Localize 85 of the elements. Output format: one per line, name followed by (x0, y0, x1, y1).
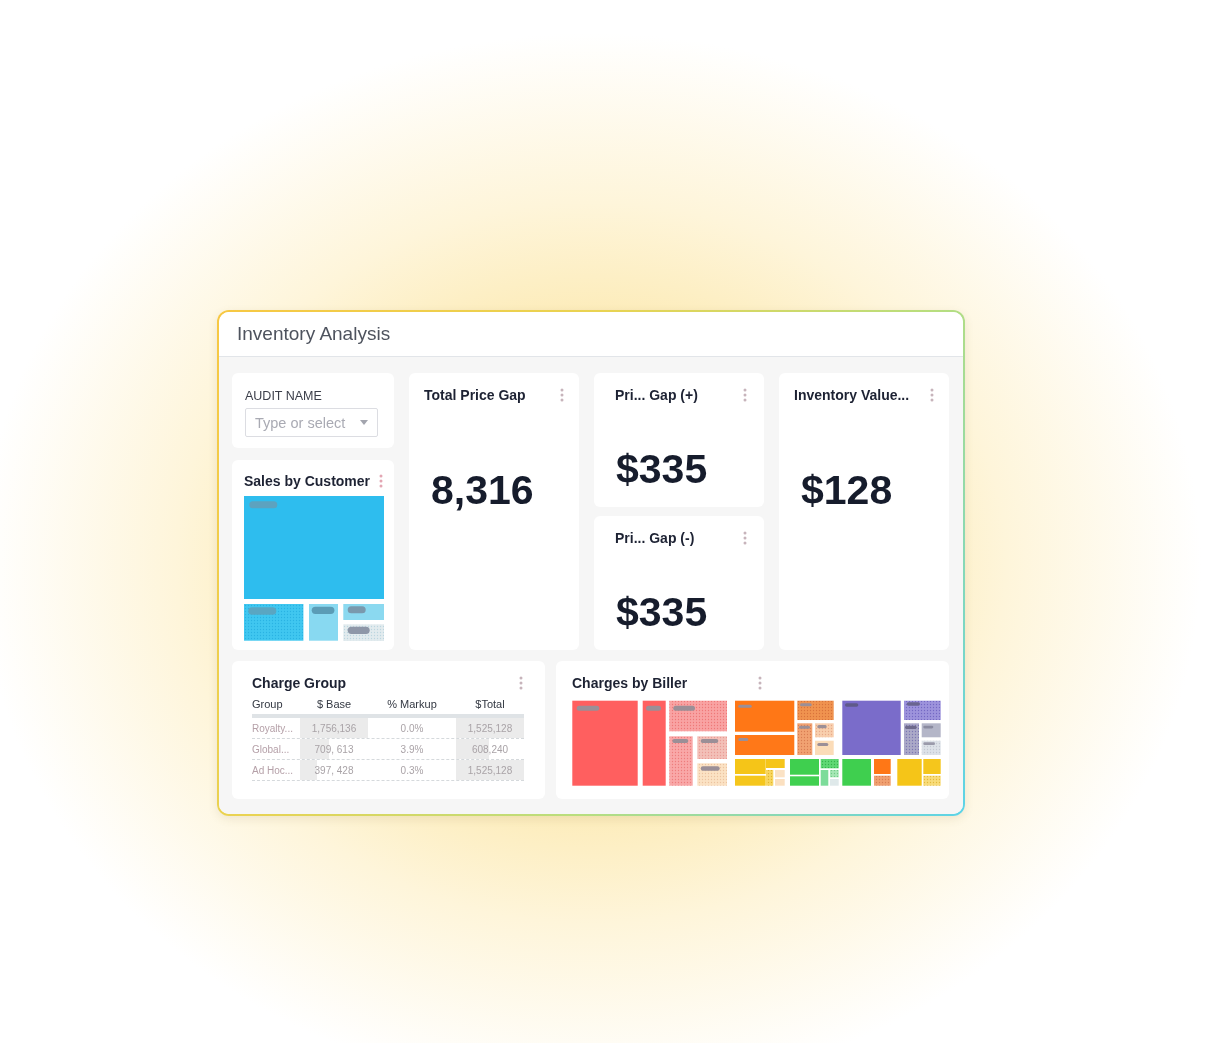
tile-label-icon (347, 606, 366, 614)
column-header: $Total (475, 697, 505, 710)
tile-label-icon (799, 725, 810, 729)
treemap-tile (815, 740, 834, 755)
kpi-value: $335 (616, 448, 708, 490)
treemap-tile (735, 759, 766, 774)
more-options-icon[interactable] (560, 388, 564, 402)
kpi-title: Pri... Gap (-) (615, 529, 695, 548)
treemap-tile (790, 759, 819, 775)
column-header: % Markup (387, 697, 437, 710)
more-options-icon[interactable] (758, 676, 762, 690)
treemap-tile (766, 759, 785, 768)
table-cell: 709, 613 (314, 743, 354, 755)
table-cell: 397, 428 (314, 764, 354, 776)
tile-label-icon (646, 705, 661, 711)
treemap-tile (897, 759, 922, 786)
treemap-tile (244, 604, 304, 641)
tile-label-icon (817, 743, 829, 746)
table-cell: 608,240 (471, 743, 509, 755)
treemap-tile (735, 735, 795, 755)
more-options-icon[interactable] (743, 531, 747, 545)
treemap-tile (820, 770, 829, 786)
treemap-tile (820, 759, 839, 769)
table-cell-text: Global... (252, 742, 291, 757)
kpi-value: $335 (616, 591, 708, 633)
treemap-tile (923, 775, 941, 786)
treemap-tile (790, 776, 819, 786)
tile-label-icon (672, 739, 689, 743)
tile-label-icon (248, 607, 277, 615)
treemap-tile (921, 723, 941, 738)
tile-label-icon (700, 739, 719, 743)
kpi-title: Pri... Gap (+) (615, 386, 698, 405)
tile-label-icon (800, 703, 812, 707)
treemap-tile (797, 700, 834, 720)
treemap-tile (923, 759, 941, 774)
tile-label-icon (738, 704, 752, 708)
table-cell-text: 0.0% (399, 721, 425, 736)
tile-label-icon (673, 705, 695, 711)
treemap-tile (874, 775, 891, 786)
caret-down-icon (360, 420, 368, 425)
more-options-icon[interactable] (379, 474, 383, 488)
tile-label-icon (311, 606, 335, 614)
tile-label-icon (249, 501, 278, 509)
table-cell-text: Royalty... (252, 721, 294, 736)
kpi-title: Total Price Gap (424, 386, 526, 405)
tile-label-icon (576, 705, 600, 711)
chart-title: Sales by Customer (244, 472, 371, 491)
treemap-tile (874, 759, 891, 774)
tile-label-icon (738, 738, 749, 741)
audit-name-select[interactable]: Type or select (245, 408, 378, 437)
treemap-tile (669, 736, 693, 786)
tile-label-icon (700, 766, 720, 771)
column-header: $ Base (316, 697, 352, 710)
tile-label-icon (817, 725, 827, 729)
kpi-title: Inventory Value... (794, 386, 910, 405)
treemap-tile (904, 723, 919, 755)
treemap-tile (842, 700, 901, 755)
table-cell-text: Ad Hoc... (252, 763, 295, 778)
table-cell-text: 0.3% (399, 763, 425, 778)
kpi-value: $128 (801, 469, 893, 511)
kpi-value: 8,316 (431, 469, 534, 511)
more-options-icon[interactable] (743, 388, 747, 402)
table-title: Charge Group (252, 674, 347, 693)
table-cell: 1,756,136 (311, 722, 357, 734)
treemap-tile (735, 700, 795, 732)
tile-label-icon (905, 725, 917, 729)
more-options-icon[interactable] (519, 676, 523, 690)
treemap-tile (669, 700, 727, 732)
treemap-tile (904, 700, 941, 720)
dashboard-title: Inventory Analysis (237, 322, 391, 346)
treemap-tile (842, 759, 871, 786)
treemap-tile (735, 775, 766, 786)
column-header: Group (252, 697, 283, 710)
chart-title: Charges by Biller (572, 674, 688, 693)
table-cell: 1,525,128 (467, 722, 513, 734)
tile-label-icon (347, 626, 370, 634)
table-cell-text: 3.9% (399, 742, 425, 757)
tile-label-icon (845, 703, 859, 707)
tile-label-icon (923, 742, 935, 745)
tile-label-icon (906, 702, 920, 706)
treemap-tile (797, 723, 813, 755)
more-options-icon[interactable] (930, 388, 934, 402)
tile-label-icon (923, 725, 934, 729)
table-cell: 1,525,128 (467, 764, 513, 776)
filter-label: AUDIT NAME (245, 389, 322, 403)
